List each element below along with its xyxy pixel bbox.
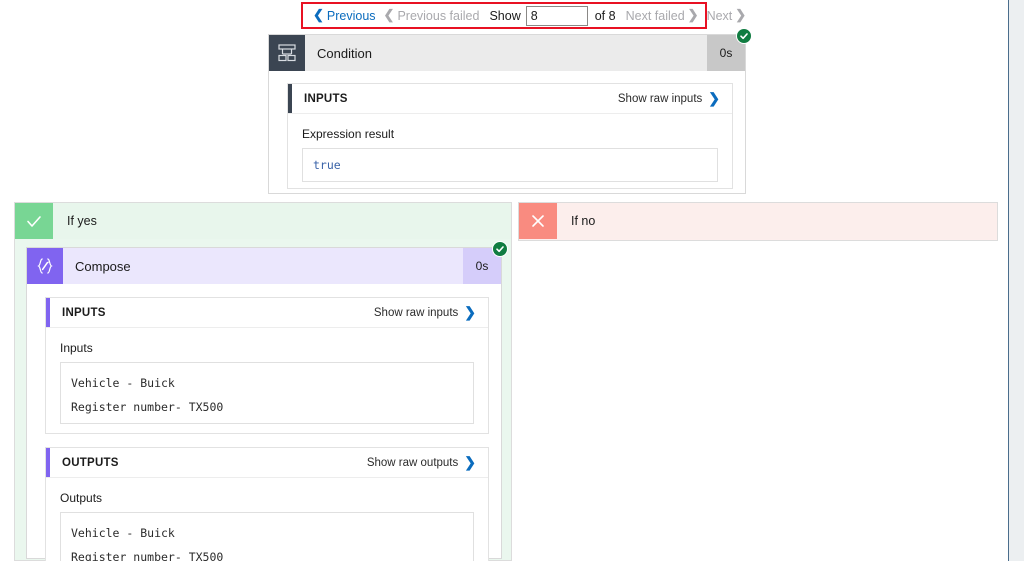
close-x-icon: [519, 203, 557, 239]
condition-inputs-label: INPUTS: [304, 92, 348, 105]
status-badge-succeeded: [736, 28, 752, 44]
run-history-canvas: ❮ Previous ❮ Previous failed Show of 8 N…: [0, 0, 1024, 561]
compose-outputs-header: OUTPUTS Show raw outputs ❯: [46, 448, 488, 478]
show-raw-inputs-link[interactable]: Show raw inputs ❯: [373, 303, 488, 320]
previous-failed-button[interactable]: ❮ Previous failed: [380, 7, 484, 23]
value-line: Vehicle - Buick: [71, 526, 175, 540]
status-badge-succeeded: [492, 241, 508, 257]
show-label: Show: [489, 8, 521, 23]
compose-inputs-header: INPUTS Show raw inputs ❯: [46, 298, 488, 328]
compose-outputs-value: Vehicle - Buick Register number- TX500: [60, 512, 474, 561]
value-line: Register number- TX500: [71, 549, 224, 561]
chevron-right-icon: ❯: [687, 7, 699, 22]
condition-inputs-panel: INPUTS Show raw inputs ❯ Expression resu…: [287, 83, 733, 189]
next-failed-button[interactable]: Next failed ❯: [622, 7, 703, 23]
branch-if-no-label: If no: [571, 214, 596, 228]
condition-inputs-header: INPUTS Show raw inputs ❯: [288, 84, 732, 114]
value-line: true: [313, 158, 341, 172]
compose-outputs-body-label: Outputs: [60, 491, 103, 505]
chevron-right-icon: ❯: [464, 303, 476, 320]
compose-inputs-label: INPUTS: [62, 306, 106, 319]
show-page-input[interactable]: [525, 5, 588, 26]
branch-if-no-header[interactable]: If no: [519, 203, 997, 239]
chevron-right-icon: ❯: [464, 453, 476, 470]
panel-accent-bar: [288, 84, 292, 113]
panel-accent-bar: [46, 448, 50, 477]
compose-outputs-label: OUTPUTS: [62, 456, 119, 469]
compose-card-title: Compose: [75, 258, 131, 274]
panel-accent-bar: [46, 298, 50, 327]
branch-if-yes-header[interactable]: If yes: [15, 203, 511, 239]
value-line: Vehicle - Buick: [71, 376, 175, 390]
expression-result-value: true: [302, 148, 718, 182]
checkmark-icon: [15, 203, 53, 239]
chevron-right-icon: ❯: [735, 7, 747, 22]
value-line: Register number- TX500: [71, 399, 224, 414]
run-pagination-bar: ❮ Previous ❮ Previous failed Show of 8 N…: [301, 2, 746, 29]
previous-button[interactable]: ❮ Previous: [309, 7, 380, 23]
branch-if-no: If no: [518, 202, 998, 241]
show-raw-inputs-link[interactable]: Show raw inputs ❯: [617, 89, 732, 106]
vertical-scrollbar-gutter[interactable]: [1009, 0, 1024, 561]
show-raw-outputs-label: Show raw outputs: [366, 456, 459, 469]
previous-failed-button-label: Previous failed: [397, 8, 480, 23]
show-raw-inputs-label: Show raw inputs: [373, 306, 459, 319]
next-button[interactable]: Next ❯: [703, 7, 751, 23]
previous-button-label: Previous: [326, 8, 376, 23]
condition-card-title: Condition: [317, 45, 372, 61]
condition-branch-icon: [269, 35, 305, 71]
expression-result-label: Expression result: [302, 127, 395, 141]
next-failed-button-label: Next failed: [625, 8, 685, 23]
compose-outputs-body: Outputs Vehicle - Buick Register number-…: [46, 478, 488, 561]
compose-card-header[interactable]: Compose 0s: [27, 241, 508, 284]
compose-action-card[interactable]: Compose 0s INPUTS Show raw inputs ❯ Inpu…: [26, 241, 508, 561]
compose-inputs-body-label: Inputs: [60, 341, 93, 355]
condition-inputs-body: Expression result true: [288, 114, 732, 196]
show-raw-outputs-link[interactable]: Show raw outputs ❯: [366, 453, 488, 470]
condition-card-header[interactable]: Condition 0s: [269, 28, 752, 71]
chevron-left-icon: ❮: [383, 7, 395, 22]
chevron-left-icon: ❮: [313, 7, 324, 22]
chevron-right-icon: ❯: [708, 89, 720, 106]
compose-inputs-panel: INPUTS Show raw inputs ❯ Inputs Vehicle …: [45, 297, 489, 434]
compose-inputs-body: Inputs Vehicle - Buick Register number- …: [46, 328, 488, 438]
page-total-label: of 8: [594, 8, 616, 23]
show-raw-inputs-label: Show raw inputs: [617, 92, 703, 105]
compose-inputs-value: Vehicle - Buick Register number- TX500: [60, 362, 474, 424]
branch-if-yes: If yes Compose 0s INPUTS Show raw inputs…: [14, 202, 512, 561]
branch-if-yes-label: If yes: [67, 214, 97, 228]
compose-outputs-panel: OUTPUTS Show raw outputs ❯ Outputs Vehic…: [45, 447, 489, 561]
compose-braces-icon: [27, 248, 63, 284]
next-button-label: Next: [706, 8, 733, 23]
condition-action-card[interactable]: Condition 0s INPUTS Show raw inputs ❯ Ex…: [268, 28, 752, 194]
